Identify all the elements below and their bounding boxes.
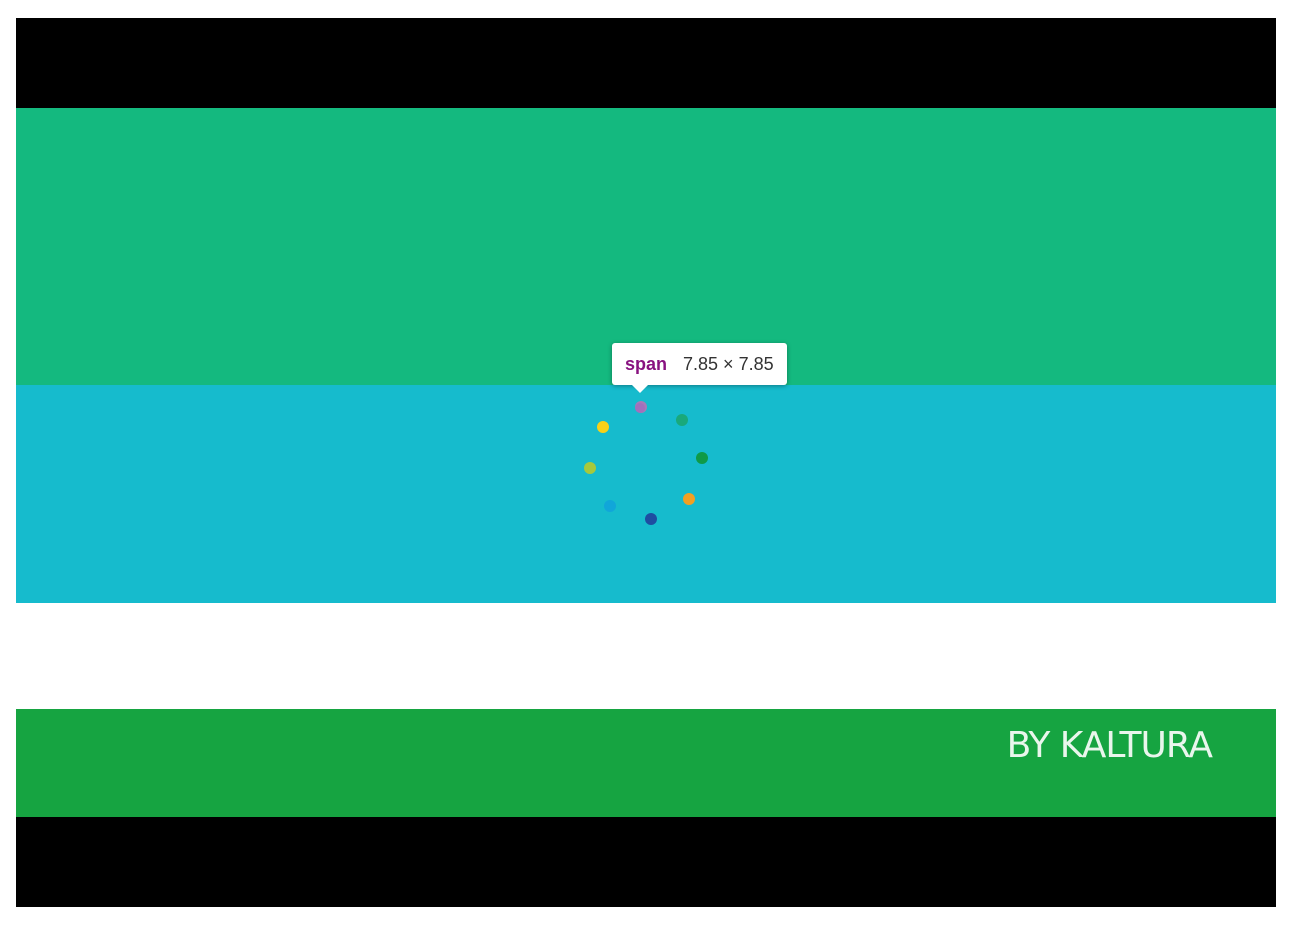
tooltip-tag-name: span [625,353,668,374]
spinner-dot [604,499,616,512]
tooltip-dimensions: 7.85 × 7.85 [683,353,774,374]
loading-spinner [16,18,1276,907]
spinner-dot [644,512,657,525]
video-player[interactable]: BY KALTURA span 7.85 × 7.85 [16,18,1276,907]
spinner-dot [682,492,695,505]
spinner-dot [584,461,597,474]
inspected-element-highlight [635,403,645,413]
spinner-dot [675,414,688,427]
devtools-inspect-tooltip: span 7.85 × 7.85 [612,343,787,393]
spinner-dot [695,452,708,465]
spinner-dot [597,421,610,433]
